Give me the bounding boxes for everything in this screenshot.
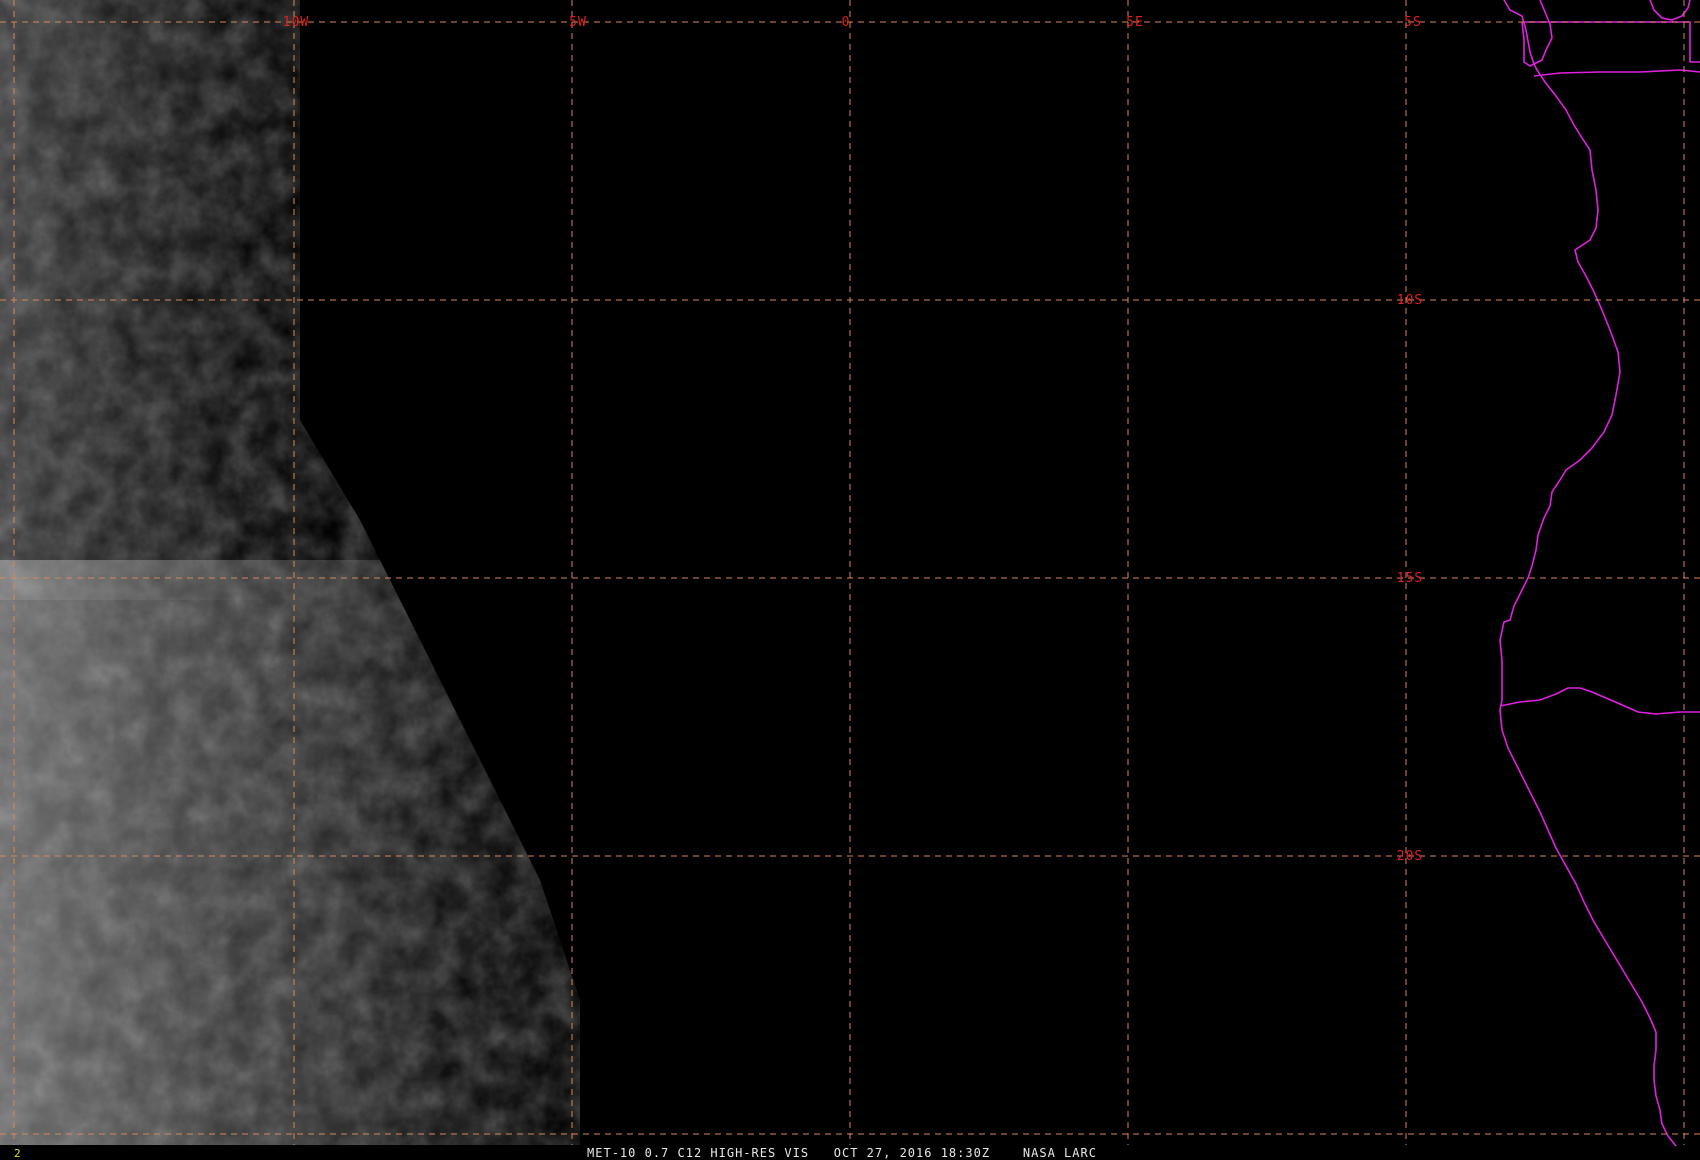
lat-label-5s: 5S — [1404, 15, 1422, 30]
border-17s — [1499, 687, 1700, 715]
lon-label-10w: 10W — [283, 15, 309, 30]
lon-label-5e: 5E — [1126, 15, 1144, 30]
satellite-image-canvas: 10W 5W 0 5E 5S 10S 15S 20S 2 MET-10 0.7 … — [0, 0, 1700, 1160]
cloud-field — [0, 0, 600, 1150]
coastline-path — [1499, 0, 1677, 1147]
lat-label-10s: 10S — [1397, 293, 1423, 308]
lat-label-20s: 20S — [1397, 849, 1423, 864]
lon-label-0: 0 — [842, 15, 851, 30]
lon-label-5w: 5W — [569, 15, 587, 30]
frame-number: 2 — [14, 1147, 21, 1160]
coastline — [1499, 0, 1700, 1147]
border-5s — [1533, 69, 1700, 77]
satellite-map: 10W 5W 0 5E 5S 10S 15S 20S 2 MET-10 0.7 … — [0, 0, 1700, 1160]
image-caption: MET-10 0.7 C12 HIGH-RES VIS OCT 27, 2016… — [587, 1146, 1097, 1160]
latitude-labels: 5S 10S 15S 20S — [1397, 15, 1423, 864]
lat-label-15s: 15S — [1397, 571, 1423, 586]
